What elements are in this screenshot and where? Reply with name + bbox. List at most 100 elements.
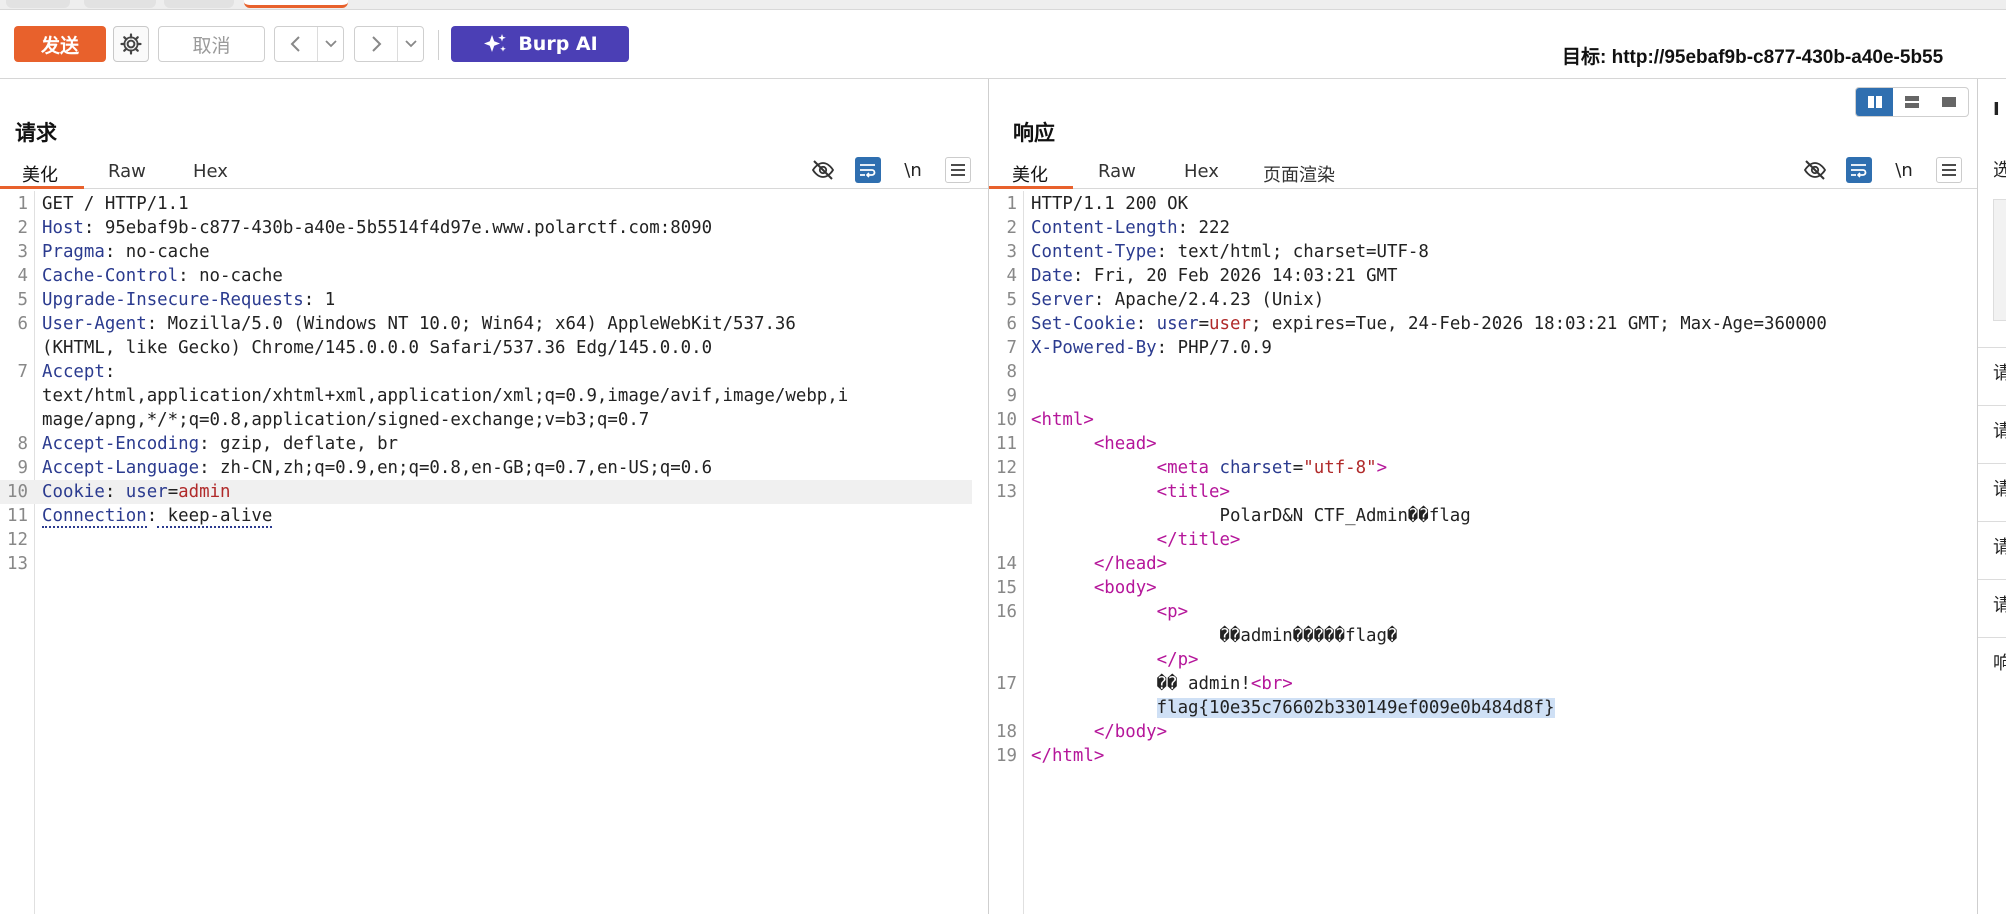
code-text: </head> bbox=[1031, 552, 1167, 576]
chevron-down-icon bbox=[324, 40, 337, 48]
inspector-section[interactable]: 响 bbox=[1993, 649, 2006, 675]
settings-button[interactable] bbox=[113, 26, 149, 62]
code-line: 7 X-Powered-By: PHP/7.0.9 bbox=[989, 336, 1961, 360]
request-title: 请求 bbox=[15, 121, 57, 145]
forward-button[interactable] bbox=[355, 27, 398, 61]
tab-render[interactable]: 页面渲染 bbox=[1263, 161, 1335, 187]
code-line: 16 <p> bbox=[989, 600, 1961, 624]
layout-side-by-side-button[interactable] bbox=[1856, 88, 1894, 116]
header-name: X-Powered-By bbox=[1031, 338, 1157, 358]
code-line: 13 <title> bbox=[989, 480, 1961, 504]
burp-ai-button[interactable]: Burp AI bbox=[451, 26, 629, 62]
layout-toggle bbox=[1855, 87, 1969, 117]
word-wrap-toggle[interactable] bbox=[1846, 157, 1872, 183]
html-attribute: charset bbox=[1219, 458, 1293, 478]
rows-icon bbox=[1904, 96, 1919, 108]
eye-off-icon bbox=[1803, 160, 1827, 180]
tab-pretty[interactable]: 美化 bbox=[22, 161, 58, 187]
inspector-label[interactable]: 选 bbox=[1993, 156, 2006, 182]
word-wrap-toggle[interactable] bbox=[855, 157, 881, 183]
cookie-value: user bbox=[1209, 314, 1251, 334]
code-line: </title> bbox=[989, 528, 1961, 552]
inspector-section[interactable]: 请 bbox=[1993, 359, 2006, 385]
layout-single-button[interactable] bbox=[1931, 88, 1968, 116]
line-number: 2 bbox=[17, 218, 28, 238]
newline-icon: \n bbox=[1895, 159, 1913, 181]
back-history-dropdown[interactable] bbox=[318, 27, 343, 61]
line-number: 5 bbox=[17, 290, 28, 310]
header-name: Cache-Control bbox=[42, 266, 179, 286]
response-title: 响应 bbox=[1013, 121, 1055, 145]
top-tab[interactable] bbox=[84, 0, 156, 8]
code-text: Accept-Encoding: gzip, deflate, br bbox=[42, 434, 399, 454]
divider bbox=[1978, 347, 2006, 348]
code-line: 7 Accept: bbox=[0, 360, 972, 384]
html-tag: meta bbox=[1167, 458, 1210, 478]
code-line: 2 Content-Length: 222 bbox=[989, 216, 1961, 240]
code-text: Upgrade-Insecure-Requests: 1 bbox=[42, 290, 336, 310]
code-line: 1 GET / HTTP/1.1 bbox=[0, 192, 972, 216]
newline-toggle[interactable]: \n bbox=[900, 157, 926, 183]
request-editor[interactable]: 1 GET / HTTP/1.1 2 Host: 95ebaf9b-c877-430b… bbox=[0, 191, 988, 914]
line-number: 5 bbox=[1006, 290, 1017, 310]
inspector-section[interactable]: 请 bbox=[1993, 475, 2006, 501]
html-tag: > bbox=[1376, 458, 1388, 478]
response-editor[interactable]: 1 HTTP/1.1 200 OK 2 Content-Length: 222 3 Con… bbox=[989, 191, 1977, 914]
tab-pretty[interactable]: 美化 bbox=[1012, 161, 1048, 187]
line-number: 6 bbox=[1006, 314, 1017, 334]
code-text: text/html,application/xhtml+xml,applicat… bbox=[42, 384, 848, 408]
inspector-section[interactable]: 请 bbox=[1993, 417, 2006, 443]
layout-stacked-button[interactable] bbox=[1893, 88, 1930, 116]
code-text: Cookie: user=admin bbox=[42, 482, 231, 502]
back-button[interactable] bbox=[275, 27, 318, 61]
tab-hex[interactable]: Hex bbox=[193, 161, 228, 182]
top-tab[interactable] bbox=[6, 0, 70, 8]
divider bbox=[1978, 637, 2006, 638]
tab-raw[interactable]: Raw bbox=[108, 161, 146, 182]
code-text: �� admin!<br> bbox=[1031, 672, 1293, 696]
selected-flag-text[interactable]: flag{10e35c76602b330149ef009e0b484d8f} bbox=[1156, 698, 1555, 718]
request-pane: 请求 美化 Raw Hex \n 1 GET / HTTP/1.1 2 Host: 9… bbox=[0, 79, 988, 914]
html-attribute-value: "utf-8" bbox=[1303, 458, 1377, 478]
code-text: Set-Cookie: user=user; expires=Tue, 24-F… bbox=[1031, 314, 1827, 334]
code-line: 10 Cookie: user=admin bbox=[0, 480, 972, 504]
tab-hex[interactable]: Hex bbox=[1184, 161, 1219, 182]
code-text: PolarD&N CTF_Admin��flag bbox=[1219, 506, 1471, 526]
inspector-section[interactable]: 请 bbox=[1993, 591, 2006, 617]
header-name: Content-Type bbox=[1031, 242, 1157, 262]
hide-nonprintable-button[interactable] bbox=[810, 157, 836, 183]
code-text: Pragma: no-cache bbox=[42, 242, 210, 262]
inspector-section[interactable]: 请 bbox=[1993, 533, 2006, 559]
divider bbox=[1978, 405, 2006, 406]
code-text: Accept-Language: zh-CN,zh;q=0.9,en;q=0.8… bbox=[42, 458, 713, 478]
forward-history-dropdown[interactable] bbox=[398, 27, 423, 61]
code-line: 8 bbox=[989, 360, 1961, 384]
divider bbox=[1978, 521, 2006, 522]
menu-button[interactable] bbox=[1936, 157, 1962, 183]
hide-nonprintable-button[interactable] bbox=[1802, 157, 1828, 183]
code-line: ��admin�����flag� bbox=[989, 624, 1961, 648]
newline-toggle[interactable]: \n bbox=[1891, 157, 1917, 183]
line-number: 8 bbox=[17, 434, 28, 454]
send-button[interactable]: 发送 bbox=[14, 26, 106, 62]
cancel-button[interactable]: 取消 bbox=[158, 26, 265, 62]
code-line: </p> bbox=[989, 648, 1961, 672]
line-number: 11 bbox=[996, 434, 1017, 454]
request-tabs: 美化 Raw Hex \n bbox=[0, 157, 988, 189]
target-url: 目标: http://95ebaf9b-c877-430b-a40e-5b55 bbox=[1562, 47, 1944, 68]
html-tag: <title> bbox=[1156, 482, 1230, 502]
eye-off-icon bbox=[811, 160, 835, 180]
top-tab[interactable] bbox=[164, 0, 234, 8]
tab-raw[interactable]: Raw bbox=[1098, 161, 1136, 182]
top-tab-active[interactable] bbox=[244, 0, 348, 8]
header-name: Server bbox=[1031, 290, 1094, 310]
code-line: text/html,application/xhtml+xml,applicat… bbox=[0, 384, 972, 408]
line-number: 16 bbox=[996, 602, 1017, 622]
html-tag: </html> bbox=[1031, 746, 1105, 766]
header-value bbox=[1146, 314, 1156, 334]
code-text: </title> bbox=[1031, 528, 1241, 552]
header-value: no-cache bbox=[115, 242, 210, 262]
header-value: gzip, deflate, br bbox=[209, 434, 399, 454]
line-number: 11 bbox=[7, 506, 28, 526]
menu-button[interactable] bbox=[945, 157, 971, 183]
